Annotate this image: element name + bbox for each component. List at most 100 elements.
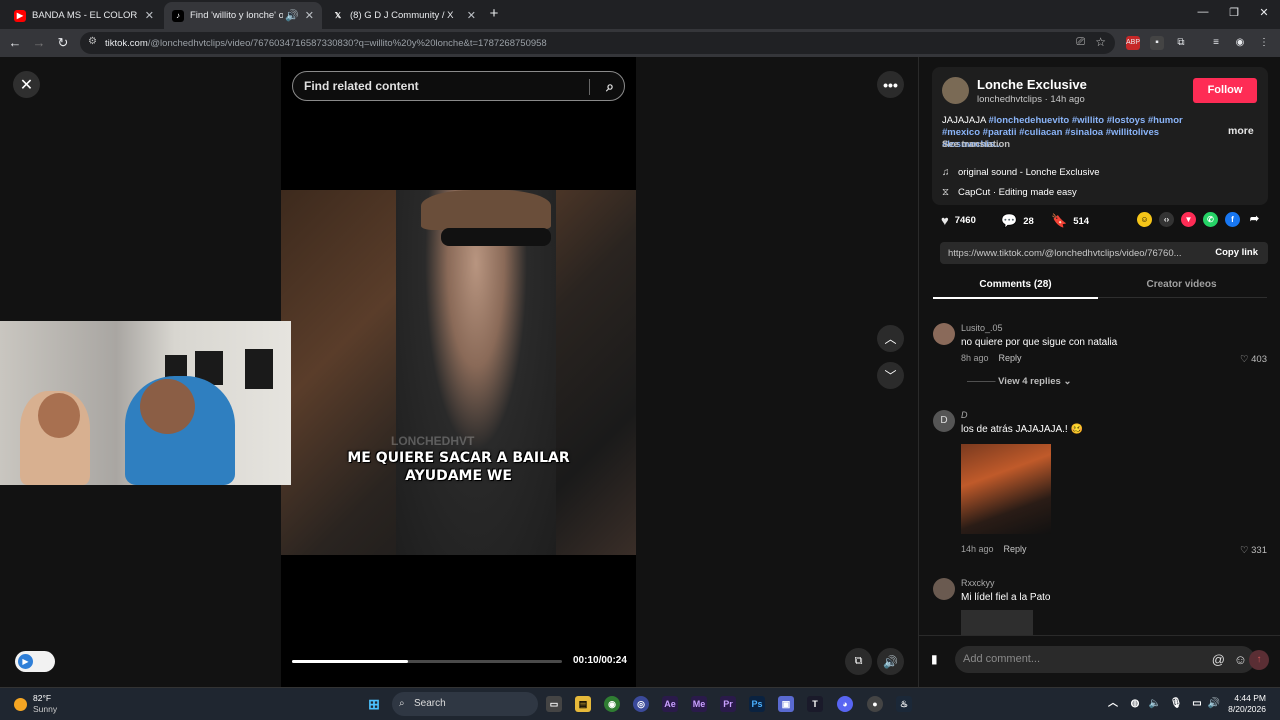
description-hashtags-1[interactable]: #lonchedehuevito #willito #lostoys #humo… (988, 115, 1182, 126)
back-icon[interactable]: ← (7, 35, 23, 50)
previous-video-button[interactable]: ︿ (877, 325, 904, 352)
gift-share-icon[interactable]: ☺ (1137, 212, 1152, 227)
app-icon[interactable]: ▣ (778, 696, 794, 712)
maximize-icon[interactable]: ❐ (1224, 6, 1244, 19)
like-button[interactable]: ♥ 7460 (941, 213, 976, 228)
comment-button[interactable]: 💬 28 (1001, 213, 1034, 229)
comment-username[interactable]: D (961, 410, 968, 420)
author-handle-line[interactable]: lonchedhvtclips · 14h ago (977, 94, 1085, 105)
tab-creator-videos[interactable]: Creator videos (1099, 279, 1264, 290)
task-view-icon[interactable]: ▭ (546, 696, 562, 712)
tab-youtube[interactable]: ▶ BANDA MS - EL COLOR DE TUS ✕ (6, 2, 162, 29)
streamer-right-head (140, 379, 195, 434)
reply-button[interactable]: Reply (999, 353, 1022, 363)
volume-button[interactable]: 🔊 (877, 648, 904, 675)
close-tab-icon[interactable]: ✕ (467, 9, 476, 22)
windows-start-icon[interactable]: ⊞ (366, 696, 382, 712)
tray-chevron-icon[interactable]: ︿ (1105, 696, 1121, 712)
bookmark-star-icon[interactable]: ☆ (1095, 35, 1106, 49)
new-tab-icon[interactable]: + (484, 5, 504, 22)
close-video-button[interactable]: ✕ (13, 71, 40, 98)
toggle-switch[interactable]: ▶ (15, 651, 55, 672)
forward-icon[interactable]: → (31, 35, 47, 50)
capcut-row[interactable]: ⧖ CapCut · Editing made easy (942, 187, 1077, 198)
tray-mic-icon[interactable]: 🎙 (1168, 696, 1184, 712)
site-info-icon[interactable]: ⚙ (88, 36, 97, 47)
whatsapp-icon[interactable]: ✆ (1203, 212, 1218, 227)
author-avatar[interactable] (942, 77, 969, 104)
profile-icon[interactable]: ◉ (1233, 36, 1247, 50)
next-video-button[interactable]: ﹀ (877, 362, 904, 389)
facebook-icon[interactable]: f (1225, 212, 1240, 227)
mention-icon[interactable]: @ (1212, 646, 1225, 673)
minimize-icon[interactable]: — (1193, 6, 1213, 18)
comment-username[interactable]: Rxxckyy (961, 578, 995, 588)
video-frame[interactable]: LONCHEDHVT ME QUIERE SACAR A BAILAR AYUD… (281, 190, 636, 555)
premiere-icon[interactable]: Pr (720, 696, 736, 712)
follow-button[interactable]: Follow (1193, 78, 1257, 103)
after-effects-icon[interactable]: Ae (662, 696, 678, 712)
comment-like-button[interactable]: ♡ 331 (1240, 545, 1267, 556)
app-circle-icon[interactable]: ◎ (633, 696, 649, 712)
search-icon[interactable]: ⌕ (606, 78, 614, 95)
view-replies-button[interactable]: ——— View 4 replies ⌄ (967, 376, 1071, 387)
tray-icon[interactable]: ◍ (1127, 696, 1143, 712)
tab-x[interactable]: 𝕏 (8) G D J Community / X ✕ (324, 2, 484, 29)
search-divider (589, 79, 590, 95)
embed-icon[interactable]: ‹› (1159, 212, 1174, 227)
add-comment-input[interactable]: Add comment... @ ☺ (955, 646, 1255, 673)
taskbar-search[interactable]: ⌕ Search (392, 692, 538, 716)
send-comment-icon[interactable]: ↑ (1249, 650, 1269, 670)
media-controls-icon[interactable]: ≡ (1209, 36, 1223, 50)
extensions-puzzle-icon[interactable]: ⧉ (1174, 36, 1188, 50)
photoshop-icon[interactable]: Ps (749, 696, 765, 712)
reload-icon[interactable]: ↻ (55, 35, 71, 51)
tiktok-send-icon[interactable]: ▼ (1181, 212, 1196, 227)
media-encoder-icon[interactable]: Me (691, 696, 707, 712)
video-progress-bar[interactable] (292, 660, 562, 663)
emoji-icon[interactable]: ☺ (1234, 646, 1247, 673)
see-translation-link[interactable]: See translation (942, 139, 1010, 150)
extension-icon[interactable]: ▪ (1150, 36, 1164, 50)
commenter-avatar[interactable] (933, 578, 955, 600)
close-tab-icon[interactable]: ✕ (145, 9, 154, 22)
commenter-avatar[interactable] (933, 323, 955, 345)
music-note-icon: ♫ (942, 167, 950, 178)
taskbar-clock[interactable]: 4:44 PM 8/20/2026 (1228, 693, 1266, 715)
tray-speaker-icon[interactable]: 🔈 (1147, 696, 1163, 712)
toggle-knob-icon: ▶ (18, 654, 33, 669)
copy-link-button[interactable]: Copy link (1215, 247, 1258, 258)
menu-kebab-icon[interactable]: ⋮ (1257, 36, 1271, 50)
chrome-icon[interactable]: ◉ (604, 696, 620, 712)
discord-icon[interactable]: ◕ (837, 696, 853, 712)
share-arrow-icon[interactable]: ➦ (1247, 212, 1262, 227)
mini-player-button[interactable]: ⧉ (845, 648, 872, 675)
obs-icon[interactable]: ● (867, 696, 883, 712)
cast-icon[interactable]: ⎚ (1076, 36, 1085, 49)
audio-playing-icon[interactable]: 🔊 (285, 9, 299, 22)
url-field[interactable]: ⚙ tiktok.com /@lonchedhvtclips/video/767… (80, 32, 1115, 54)
steam-icon[interactable]: ♨ (896, 696, 912, 712)
commenter-avatar-initial[interactable]: D (933, 410, 955, 432)
reply-button[interactable]: Reply (1004, 544, 1027, 554)
more-button[interactable]: more (1228, 125, 1254, 137)
adblock-extension-icon[interactable]: ABP (1126, 36, 1140, 50)
comment-username[interactable]: Lusito_.05 (961, 323, 1003, 333)
file-explorer-icon[interactable]: ▤ (575, 696, 591, 712)
close-window-icon[interactable]: ✕ (1254, 6, 1274, 19)
app-icon[interactable]: T (807, 696, 823, 712)
author-name[interactable]: Lonche Exclusive (977, 77, 1087, 92)
comment-image[interactable] (961, 444, 1051, 534)
sound-row[interactable]: ♫ original sound - Lonche Exclusive (942, 167, 1100, 178)
tray-network-icon[interactable]: ▭ (1189, 696, 1205, 712)
share-link-url[interactable]: https://www.tiktok.com/@lonchedhvtclips/… (948, 248, 1182, 259)
find-related-search[interactable]: Find related content ⌕ (292, 71, 625, 101)
tab-tiktok[interactable]: ♪ Find 'willito y lonche' on TikTok 🔊 ✕ (164, 2, 322, 29)
more-options-button[interactable]: ••• (877, 71, 904, 98)
comment-like-button[interactable]: ♡ 403 (1240, 354, 1267, 365)
tab-comments[interactable]: Comments (28) (933, 279, 1098, 299)
engagement-row: ♥ 7460 💬 28 🔖 514 ☺ ‹› ▼ ✆ f ➦ (941, 209, 1271, 231)
save-button[interactable]: 🔖 514 (1051, 213, 1089, 229)
close-tab-icon[interactable]: ✕ (305, 9, 314, 22)
tray-volume-icon[interactable]: 🔊 (1206, 696, 1222, 712)
